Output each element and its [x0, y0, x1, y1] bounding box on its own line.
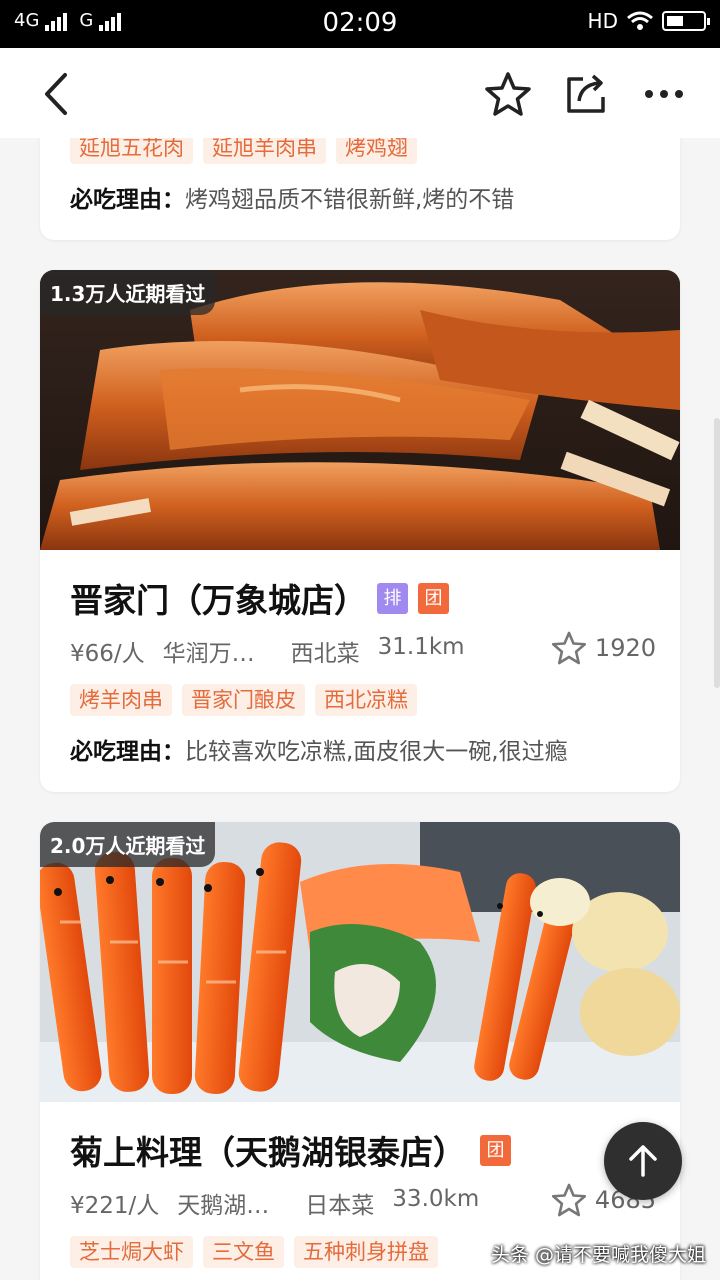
area: 华润万… [162, 641, 255, 667]
back-to-top-button[interactable] [604, 1122, 682, 1200]
dish-tag[interactable]: 西北凉糕 [315, 684, 417, 716]
group-deal-badge: 团 [418, 582, 449, 614]
star-outline-icon [485, 72, 531, 116]
distance: 33.0km [392, 1186, 480, 1212]
dish-tag[interactable]: 三文鱼 [203, 1236, 284, 1268]
restaurant-name-row: 菊上料理（天鹅湖银泰店） 团 [70, 1126, 511, 1174]
more-button[interactable] [638, 68, 690, 120]
restaurant-meta: ¥66/人 华润万… 西北菜 31.1km [70, 634, 465, 668]
distance: 31.1km [377, 634, 465, 660]
nav-bar [0, 48, 720, 138]
chevron-left-icon [45, 73, 67, 115]
price-per-person: ¥221/人 [70, 1193, 160, 1219]
back-button[interactable] [30, 68, 82, 120]
wifi-icon [627, 11, 653, 30]
dish-tags: 烤羊肉串 晋家门酿皮 西北凉糕 [70, 684, 417, 716]
recently-viewed-badge: 1.3万人近期看过 [40, 270, 216, 315]
area: 天鹅湖… [177, 1193, 270, 1219]
arrow-up-icon [629, 1145, 657, 1177]
dish-tags: 延旭五花肉 延旭羊肉串 烤鸡翅 [70, 138, 417, 164]
must-eat-reason: 必吃理由：比较喜欢吃凉糕,面皮很大一碗,很过瘾 [70, 732, 568, 766]
restaurant-card[interactable]: 2.0万人近期看过 菊上料理（天鹅湖银泰店） 团 ¥221/人 天鹅湖… 日本菜… [40, 822, 680, 1280]
dish-tag[interactable]: 延旭羊肉串 [203, 138, 326, 164]
restaurant-photo[interactable]: 1.3万人近期看过 [40, 270, 680, 550]
reason-label: 必吃理由： [70, 187, 185, 213]
dish-tags: 芝士焗大虾 三文鱼 五种刺身拼盘 [70, 1236, 438, 1268]
status-bar: 4G G 02:09 HD [0, 0, 720, 48]
share-button[interactable] [560, 68, 612, 120]
star-outline-icon [551, 1183, 586, 1217]
reason-text: 比较喜欢吃凉糕,面皮很大一碗,很过瘾 [185, 739, 568, 765]
restaurant-card[interactable]: 延旭五花肉 延旭羊肉串 烤鸡翅 必吃理由：烤鸡翅品质不错很新鲜,烤的不错 [40, 138, 680, 240]
favorite-button[interactable] [482, 68, 534, 120]
watermark: 头条 @请不要喊我傻大姐 [490, 1244, 706, 1266]
dish-tag[interactable]: 晋家门酿皮 [182, 684, 305, 716]
price-per-person: ¥66/人 [70, 641, 145, 667]
restaurant-name-row: 晋家门（万象城店） 排 团 [70, 574, 449, 622]
restaurant-name[interactable]: 菊上料理（天鹅湖银泰店） [70, 1126, 466, 1174]
cuisine: 日本菜 [305, 1193, 375, 1219]
dish-tag[interactable]: 烤鸡翅 [336, 138, 417, 164]
battery-icon [662, 11, 710, 31]
restaurant-list[interactable]: 延旭五花肉 延旭羊肉串 烤鸡翅 必吃理由：烤鸡翅品质不错很新鲜,烤的不错 1.3… [0, 138, 720, 1280]
dish-tag[interactable]: 五种刺身拼盘 [294, 1236, 438, 1268]
favorite-count[interactable]: 1920 [551, 630, 656, 666]
reason-text: 烤鸡翅品质不错很新鲜,烤的不错 [185, 187, 515, 213]
recently-viewed-badge: 2.0万人近期看过 [40, 822, 216, 867]
restaurant-name[interactable]: 晋家门（万象城店） [70, 574, 367, 622]
cuisine: 西北菜 [290, 641, 360, 667]
dish-tag[interactable]: 延旭五花肉 [70, 138, 193, 164]
star-outline-icon [551, 631, 586, 665]
queue-badge: 排 [377, 582, 408, 614]
group-deal-badge: 团 [480, 1134, 511, 1166]
favorite-count-value: 1920 [594, 634, 656, 662]
status-icons: HD [587, 9, 710, 33]
reason-label: 必吃理由： [70, 739, 185, 765]
more-dots-icon [645, 90, 683, 98]
must-eat-reason: 必吃理由：烤鸡翅品质不错很新鲜,烤的不错 [70, 180, 514, 214]
hd-label: HD [587, 9, 618, 33]
share-icon [567, 74, 605, 113]
dish-tag[interactable]: 芝士焗大虾 [70, 1236, 193, 1268]
scrollbar[interactable] [714, 418, 720, 688]
dish-tag[interactable]: 烤羊肉串 [70, 684, 172, 716]
restaurant-card[interactable]: 1.3万人近期看过 晋家门（万象城店） 排 团 ¥66/人 华润万… 西北菜 3… [40, 270, 680, 792]
restaurant-photo[interactable]: 2.0万人近期看过 [40, 822, 680, 1102]
restaurant-meta: ¥221/人 天鹅湖… 日本菜 33.0km [70, 1186, 479, 1220]
